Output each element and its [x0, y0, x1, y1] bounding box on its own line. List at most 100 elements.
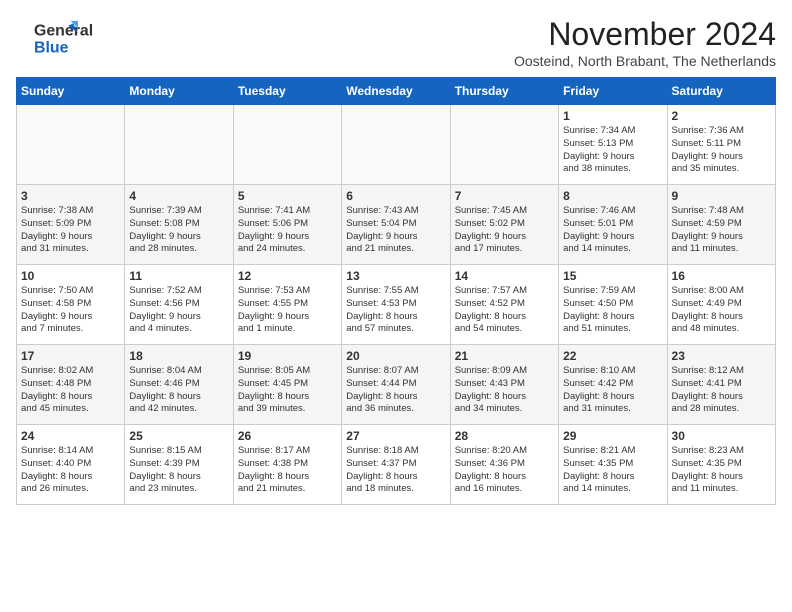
day-info: Sunrise: 8:04 AM Sunset: 4:46 PM Dayligh…: [129, 365, 228, 416]
day-number: 17: [21, 349, 120, 363]
day-info: Sunrise: 8:14 AM Sunset: 4:40 PM Dayligh…: [21, 445, 120, 496]
calendar-cell: 19Sunrise: 8:05 AM Sunset: 4:45 PM Dayli…: [233, 345, 341, 425]
calendar-cell: [342, 105, 450, 185]
day-info: Sunrise: 7:46 AM Sunset: 5:01 PM Dayligh…: [563, 205, 662, 256]
day-number: 28: [455, 429, 554, 443]
day-info: Sunrise: 7:45 AM Sunset: 5:02 PM Dayligh…: [455, 205, 554, 256]
calendar-cell: [125, 105, 233, 185]
calendar-cell: 10Sunrise: 7:50 AM Sunset: 4:58 PM Dayli…: [17, 265, 125, 345]
week-row-1: 1 Sunrise: 7:34 AM Sunset: 5:13 PM Daylig…: [17, 105, 776, 185]
day-number: 25: [129, 429, 228, 443]
calendar-table: SundayMondayTuesdayWednesdayThursdayFrid…: [16, 77, 776, 505]
day-info: Sunrise: 7:52 AM Sunset: 4:56 PM Dayligh…: [129, 285, 228, 336]
calendar-cell: 23 Sunrise: 8:12 AM Sunset: 4:41 PM Dayli…: [667, 345, 775, 425]
calendar-cell: 16Sunrise: 8:00 AM Sunset: 4:49 PM Dayli…: [667, 265, 775, 345]
day-info: Sunrise: 7:38 AM Sunset: 5:09 PM Dayligh…: [21, 205, 120, 256]
calendar-cell: 14Sunrise: 7:57 AM Sunset: 4:52 PM Dayli…: [450, 265, 558, 345]
day-info: Sunrise: 7:39 AM Sunset: 5:08 PM Dayligh…: [129, 205, 228, 256]
day-number: 20: [346, 349, 445, 363]
week-row-2: 3 Sunrise: 7:38 AM Sunset: 5:09 PM Daylig…: [17, 185, 776, 265]
logo: General Blue General Blue: [16, 16, 96, 60]
calendar-cell: 17 Sunrise: 8:02 AM Sunset: 4:48 PM Dayli…: [17, 345, 125, 425]
weekday-header-row: SundayMondayTuesdayWednesdayThursdayFrid…: [17, 78, 776, 105]
day-number: 6: [346, 189, 445, 203]
page-header: General Blue General Blue November 2024 …: [16, 16, 776, 69]
calendar-cell: 13Sunrise: 7:55 AM Sunset: 4:53 PM Dayli…: [342, 265, 450, 345]
weekday-header-tuesday: Tuesday: [233, 78, 341, 105]
day-number: 29: [563, 429, 662, 443]
weekday-header-thursday: Thursday: [450, 78, 558, 105]
logo-icon: General Blue: [16, 16, 96, 60]
calendar-cell: 9Sunrise: 7:48 AM Sunset: 4:59 PM Daylig…: [667, 185, 775, 265]
calendar-cell: 30 Sunrise: 8:23 AM Sunset: 4:35 PM Dayli…: [667, 425, 775, 505]
calendar-cell: 5Sunrise: 7:41 AM Sunset: 5:06 PM Daylig…: [233, 185, 341, 265]
calendar-cell: 7 Sunrise: 7:45 AM Sunset: 5:02 PM Daylig…: [450, 185, 558, 265]
calendar-cell: 22Sunrise: 8:10 AM Sunset: 4:42 PM Dayli…: [559, 345, 667, 425]
week-row-5: 24 Sunrise: 8:14 AM Sunset: 4:40 PM Dayli…: [17, 425, 776, 505]
day-info: Sunrise: 8:09 AM Sunset: 4:43 PM Dayligh…: [455, 365, 554, 416]
day-number: 7: [455, 189, 554, 203]
calendar-cell: 24 Sunrise: 8:14 AM Sunset: 4:40 PM Dayli…: [17, 425, 125, 505]
week-row-3: 10Sunrise: 7:50 AM Sunset: 4:58 PM Dayli…: [17, 265, 776, 345]
day-info: Sunrise: 8:12 AM Sunset: 4:41 PM Dayligh…: [672, 365, 771, 416]
calendar-cell: [450, 105, 558, 185]
calendar-cell: 26 Sunrise: 8:17 AM Sunset: 4:38 PM Dayli…: [233, 425, 341, 505]
day-number: 5: [238, 189, 337, 203]
weekday-header-monday: Monday: [125, 78, 233, 105]
weekday-header-wednesday: Wednesday: [342, 78, 450, 105]
day-number: 27: [346, 429, 445, 443]
day-info: Sunrise: 7:34 AM Sunset: 5:13 PM Dayligh…: [563, 125, 662, 176]
day-number: 18: [129, 349, 228, 363]
calendar-cell: 4 Sunrise: 7:39 AM Sunset: 5:08 PM Daylig…: [125, 185, 233, 265]
location-subtitle: Oosteind, North Brabant, The Netherlands: [514, 53, 776, 69]
day-number: 14: [455, 269, 554, 283]
day-info: Sunrise: 8:21 AM Sunset: 4:35 PM Dayligh…: [563, 445, 662, 496]
calendar-cell: 8 Sunrise: 7:46 AM Sunset: 5:01 PM Daylig…: [559, 185, 667, 265]
day-number: 19: [238, 349, 337, 363]
calendar-cell: [233, 105, 341, 185]
day-info: Sunrise: 8:23 AM Sunset: 4:35 PM Dayligh…: [672, 445, 771, 496]
calendar-cell: 11 Sunrise: 7:52 AM Sunset: 4:56 PM Dayli…: [125, 265, 233, 345]
day-info: Sunrise: 7:43 AM Sunset: 5:04 PM Dayligh…: [346, 205, 445, 256]
day-info: Sunrise: 7:36 AM Sunset: 5:11 PM Dayligh…: [672, 125, 771, 176]
day-info: Sunrise: 7:59 AM Sunset: 4:50 PM Dayligh…: [563, 285, 662, 336]
day-number: 23: [672, 349, 771, 363]
day-info: Sunrise: 8:18 AM Sunset: 4:37 PM Dayligh…: [346, 445, 445, 496]
calendar-cell: 20Sunrise: 8:07 AM Sunset: 4:44 PM Dayli…: [342, 345, 450, 425]
calendar-cell: 1 Sunrise: 7:34 AM Sunset: 5:13 PM Daylig…: [559, 105, 667, 185]
title-section: November 2024 Oosteind, North Brabant, T…: [514, 16, 776, 69]
calendar-cell: 2 Sunrise: 7:36 AM Sunset: 5:11 PM Daylig…: [667, 105, 775, 185]
day-info: Sunrise: 8:17 AM Sunset: 4:38 PM Dayligh…: [238, 445, 337, 496]
calendar-cell: 21 Sunrise: 8:09 AM Sunset: 4:43 PM Dayli…: [450, 345, 558, 425]
day-number: 1: [563, 109, 662, 123]
day-info: Sunrise: 8:02 AM Sunset: 4:48 PM Dayligh…: [21, 365, 120, 416]
calendar-cell: 25Sunrise: 8:15 AM Sunset: 4:39 PM Dayli…: [125, 425, 233, 505]
calendar-cell: 28Sunrise: 8:20 AM Sunset: 4:36 PM Dayli…: [450, 425, 558, 505]
month-title: November 2024: [514, 16, 776, 53]
day-number: 24: [21, 429, 120, 443]
calendar-cell: 27 Sunrise: 8:18 AM Sunset: 4:37 PM Dayli…: [342, 425, 450, 505]
day-number: 4: [129, 189, 228, 203]
day-number: 2: [672, 109, 771, 123]
svg-text:Blue: Blue: [34, 40, 69, 57]
calendar-cell: 18 Sunrise: 8:04 AM Sunset: 4:46 PM Dayli…: [125, 345, 233, 425]
day-info: Sunrise: 7:55 AM Sunset: 4:53 PM Dayligh…: [346, 285, 445, 336]
svg-text:General: General: [34, 23, 93, 40]
day-info: Sunrise: 7:53 AM Sunset: 4:55 PM Dayligh…: [238, 285, 337, 336]
day-number: 12: [238, 269, 337, 283]
day-number: 3: [21, 189, 120, 203]
calendar-cell: [17, 105, 125, 185]
day-number: 8: [563, 189, 662, 203]
day-number: 30: [672, 429, 771, 443]
day-number: 26: [238, 429, 337, 443]
day-number: 21: [455, 349, 554, 363]
day-number: 11: [129, 269, 228, 283]
day-info: Sunrise: 7:48 AM Sunset: 4:59 PM Dayligh…: [672, 205, 771, 256]
day-number: 10: [21, 269, 120, 283]
calendar-cell: 6 Sunrise: 7:43 AM Sunset: 5:04 PM Daylig…: [342, 185, 450, 265]
week-row-4: 17 Sunrise: 8:02 AM Sunset: 4:48 PM Dayli…: [17, 345, 776, 425]
calendar-cell: 15Sunrise: 7:59 AM Sunset: 4:50 PM Dayli…: [559, 265, 667, 345]
day-info: Sunrise: 8:00 AM Sunset: 4:49 PM Dayligh…: [672, 285, 771, 336]
calendar-cell: 29 Sunrise: 8:21 AM Sunset: 4:35 PM Dayli…: [559, 425, 667, 505]
calendar-cell: 3 Sunrise: 7:38 AM Sunset: 5:09 PM Daylig…: [17, 185, 125, 265]
